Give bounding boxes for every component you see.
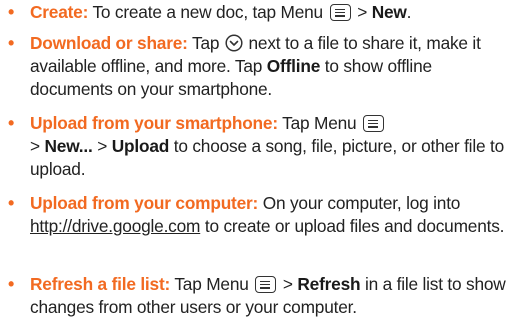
item-text: >: [357, 2, 368, 22]
item-text: To create a new doc, tap Menu: [92, 2, 323, 22]
bullet: •: [8, 113, 15, 133]
item-text: On your computer, log into: [262, 193, 461, 213]
list-item-create: • Create: To create a new doc, tap Menu …: [0, 1, 506, 24]
bold-term: Refresh: [297, 274, 361, 294]
bold-term: New...: [44, 135, 93, 156]
item-text: >: [30, 135, 40, 156]
item-text: Tap Menu: [174, 274, 249, 294]
item-text: >: [282, 274, 293, 294]
item-text: .: [406, 2, 412, 22]
list-item-upload-computer: • Upload from your computer: On your com…: [0, 192, 506, 238]
instructions-list: • Create: To create a new doc, tap Menu …: [0, 0, 511, 320]
item-text: >: [97, 135, 108, 156]
bold-term: New: [371, 2, 407, 22]
menu-icon: [329, 4, 351, 21]
item-text: Tap: [192, 33, 220, 53]
item-heading: Download or share:: [30, 33, 188, 53]
menu-icon: [363, 115, 385, 132]
item-heading: Create:: [30, 2, 89, 22]
bold-term: Upload: [111, 135, 170, 156]
bold-term: Offline: [266, 55, 321, 76]
menu-icon: [255, 276, 277, 293]
item-heading: Upload from your computer:: [30, 193, 259, 213]
item-text: to create or upload files and documents.: [204, 215, 505, 236]
list-item-refresh: • Refresh a file list: Tap Menu > Refres…: [0, 273, 506, 319]
item-text: Tap Menu: [282, 113, 357, 133]
bullet: •: [8, 193, 15, 213]
bullet: •: [8, 33, 15, 53]
bullet: •: [8, 274, 15, 294]
list-item-upload-smartphone: • Upload from your smartphone: Tap Menu …: [0, 112, 506, 180]
drive-link[interactable]: http://drive.google.com: [30, 216, 200, 236]
chevron-down-circle-icon: [225, 34, 243, 52]
list-item-download-share: • Download or share: Tap next to a file …: [0, 32, 506, 100]
bullet: •: [8, 2, 15, 22]
item-heading: Refresh a file list:: [30, 274, 171, 294]
item-heading: Upload from your smartphone:: [30, 113, 278, 133]
